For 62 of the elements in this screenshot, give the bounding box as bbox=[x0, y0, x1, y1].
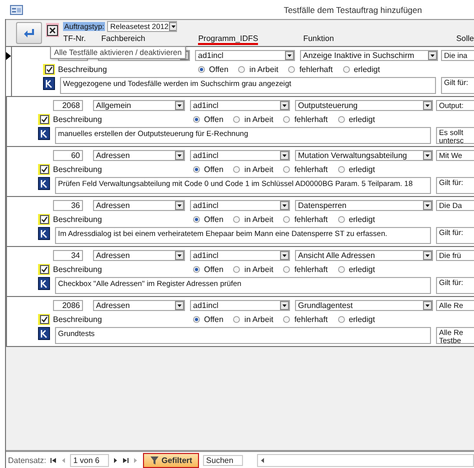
column-header: Solle bbox=[456, 34, 474, 44]
program-combo[interactable]: ad1incl bbox=[195, 50, 295, 61]
function-combo[interactable]: Grundlagentest bbox=[295, 300, 433, 311]
function-combo[interactable]: Datensperren bbox=[295, 200, 433, 211]
status-radio[interactable]: Offen bbox=[198, 65, 228, 74]
status-radio[interactable]: Offen bbox=[193, 115, 224, 124]
status-radio[interactable]: in Arbeit bbox=[233, 215, 274, 224]
status-radio[interactable]: fehlerhaft bbox=[283, 115, 328, 124]
area-combo[interactable]: Adressen bbox=[93, 300, 185, 311]
status-radio[interactable]: fehlerhaft bbox=[283, 315, 328, 324]
area-combo[interactable]: Adressen bbox=[93, 250, 185, 261]
status-radio[interactable]: fehlerhaft bbox=[283, 265, 328, 274]
function-combo[interactable]: Ansicht Alle Adressen bbox=[295, 250, 433, 261]
search-field[interactable]: Suchen bbox=[203, 454, 244, 466]
program-combo[interactable]: ad1incl bbox=[190, 300, 290, 311]
description-label: Beschreibung bbox=[53, 165, 103, 174]
test-number-field[interactable]: 36 bbox=[53, 200, 83, 211]
column-header: TF-Nr. bbox=[63, 34, 86, 44]
function-combo[interactable]: Outputsteuerung bbox=[295, 100, 433, 111]
status-radio[interactable]: erledigt bbox=[338, 265, 375, 274]
description-label: Beschreibung bbox=[53, 215, 103, 224]
column-header: Funktion bbox=[303, 34, 334, 44]
status-radio[interactable]: Offen bbox=[193, 165, 224, 174]
status-radio[interactable]: in Arbeit bbox=[233, 265, 274, 274]
status-radio[interactable]: erledigt bbox=[338, 315, 375, 324]
status-radio[interactable]: Offen bbox=[193, 265, 224, 274]
filter-button[interactable]: Gefiltert bbox=[142, 452, 200, 468]
test-number-field[interactable]: 2068 bbox=[53, 100, 83, 111]
status-radio[interactable]: Offen bbox=[193, 315, 224, 324]
record-position-field[interactable]: 1 von 6 bbox=[70, 454, 108, 466]
status-radio[interactable]: erledigt bbox=[338, 215, 375, 224]
status-radio[interactable]: fehlerhaft bbox=[288, 65, 333, 74]
status-radio[interactable]: in Arbeit bbox=[233, 315, 274, 324]
area-combo[interactable]: Allgemein bbox=[93, 100, 185, 111]
status-radio[interactable]: erledigt bbox=[338, 115, 375, 124]
program-combo[interactable]: ad1incl bbox=[190, 200, 290, 211]
column-header: Programm_IDFS bbox=[198, 34, 258, 44]
test-number-field[interactable]: 2086 bbox=[53, 300, 83, 311]
description-label: Beschreibung bbox=[58, 65, 108, 74]
status-radio[interactable]: erledigt bbox=[338, 165, 375, 174]
test-number-field[interactable]: 60 bbox=[53, 150, 83, 161]
test-number-field[interactable]: 34 bbox=[53, 250, 83, 261]
program-combo[interactable]: ad1incl bbox=[190, 100, 290, 111]
status-radio[interactable]: in Arbeit bbox=[238, 65, 278, 74]
status-radio[interactable]: Offen bbox=[193, 215, 224, 224]
record-label: Datensatz: bbox=[8, 456, 46, 464]
area-combo[interactable]: Adressen bbox=[93, 150, 185, 161]
description-label: Beschreibung bbox=[53, 265, 103, 274]
program-combo[interactable]: ad1incl bbox=[190, 150, 290, 161]
status-radio[interactable]: in Arbeit bbox=[233, 165, 274, 174]
status-radio[interactable]: erledigt bbox=[342, 65, 380, 74]
description-label: Beschreibung bbox=[53, 315, 103, 324]
column-header: Fachbereich bbox=[101, 34, 146, 44]
function-combo[interactable]: Anzeige Inaktive in Suchschirm bbox=[300, 50, 438, 61]
status-radio[interactable]: fehlerhaft bbox=[283, 165, 328, 174]
window-title: Testfälle dem Testauftrag hinzufügen bbox=[284, 4, 422, 14]
program-combo[interactable]: ad1incl bbox=[190, 250, 290, 261]
description-label: Beschreibung bbox=[53, 115, 103, 124]
area-combo[interactable]: Adressen bbox=[93, 200, 185, 211]
status-radio[interactable]: in Arbeit bbox=[233, 115, 274, 124]
function-combo[interactable]: Mutation Verwaltungsabteilung bbox=[295, 150, 433, 161]
status-radio[interactable]: fehlerhaft bbox=[283, 215, 328, 224]
